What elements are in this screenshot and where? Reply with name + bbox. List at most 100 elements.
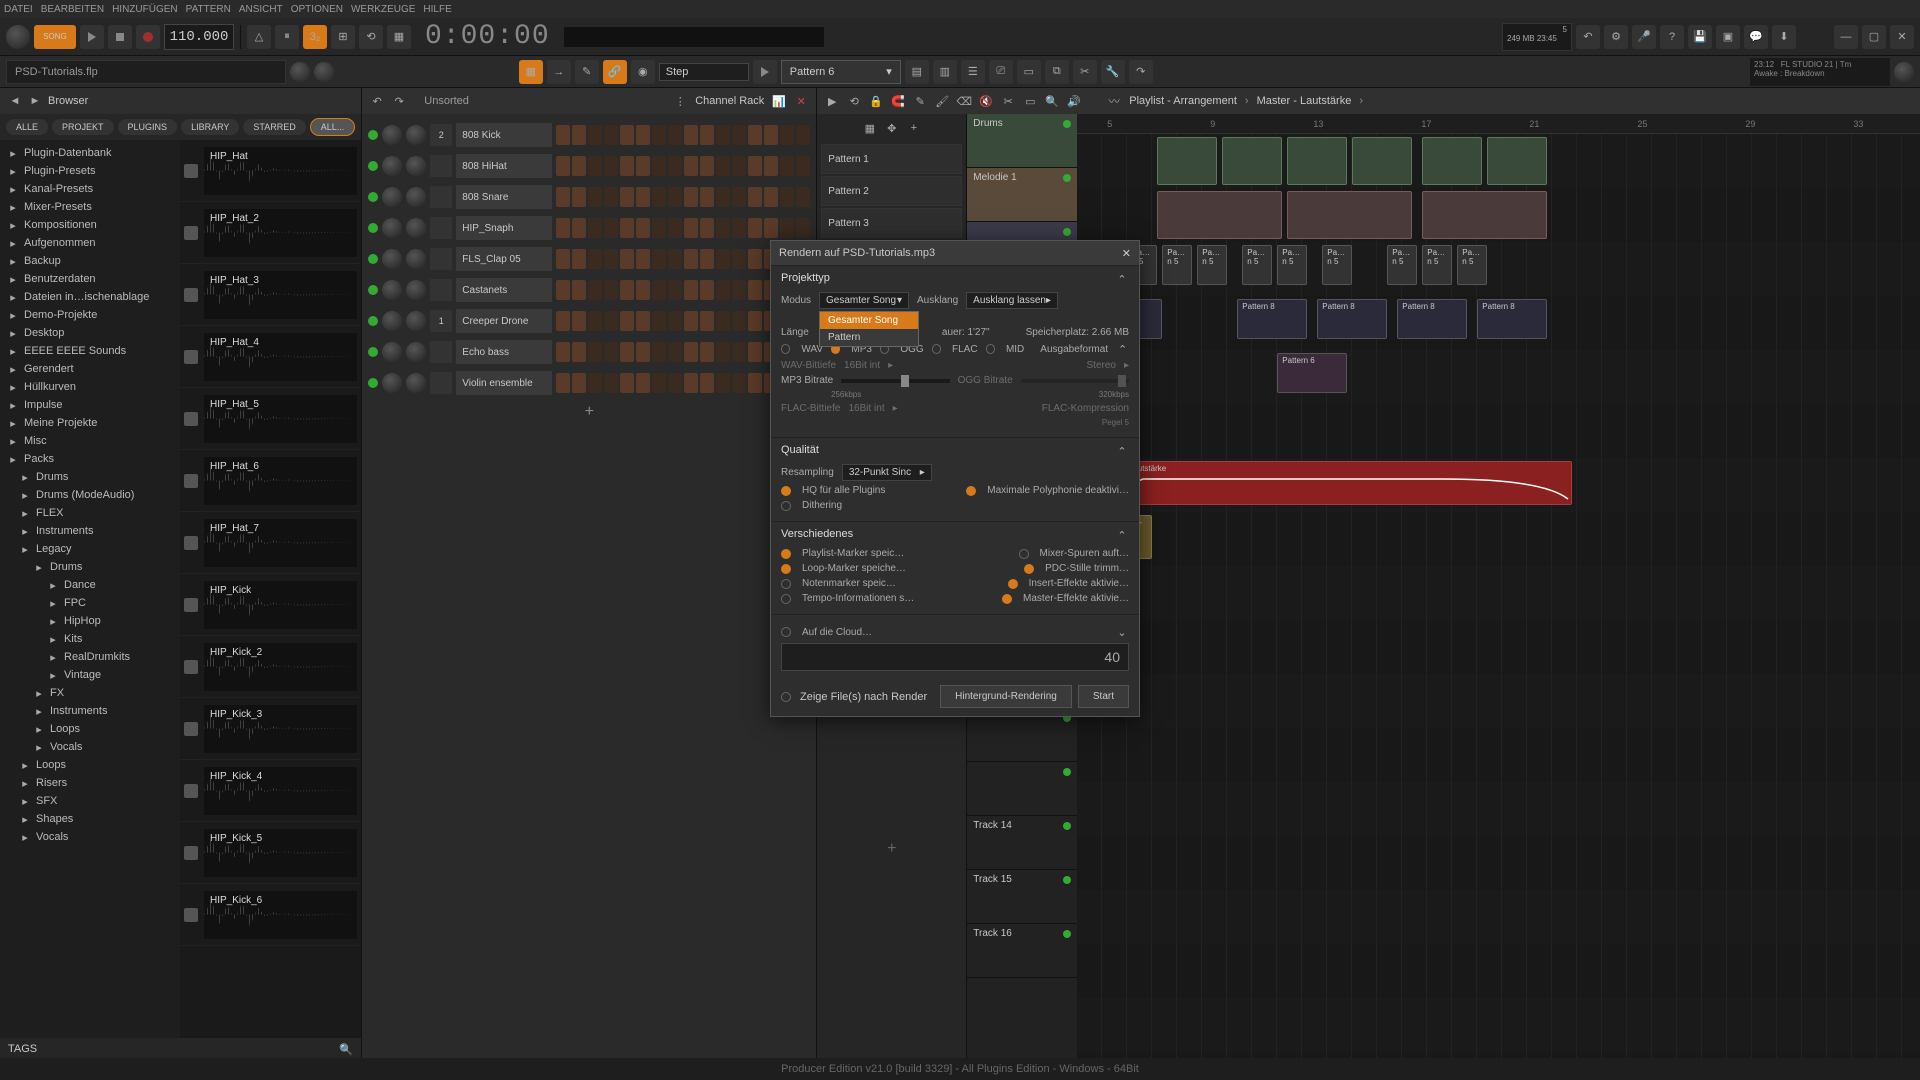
pan-knob[interactable] <box>382 156 402 176</box>
start-button[interactable]: Start <box>1078 685 1129 708</box>
chevron-up-icon[interactable]: ⌃ <box>1115 272 1129 286</box>
tree-item[interactable]: ▸RealDrumkits <box>0 648 180 666</box>
sample-item[interactable]: HIP_Kick_6 <box>180 884 361 946</box>
step-button[interactable] <box>700 125 714 145</box>
track-mute-dot[interactable] <box>1063 876 1071 884</box>
step-button[interactable] <box>572 156 586 176</box>
playlist-ruler[interactable]: 591317212529333741454953 <box>1077 114 1920 134</box>
step-button[interactable] <box>668 125 682 145</box>
channel-led[interactable] <box>368 192 378 202</box>
tempo-display[interactable]: 110.000 <box>164 24 234 50</box>
step-button[interactable] <box>652 311 666 331</box>
step-button[interactable] <box>780 218 794 238</box>
vol-knob[interactable] <box>406 187 426 207</box>
tree-item[interactable]: ▸Risers <box>0 774 180 792</box>
step-button[interactable] <box>684 373 698 393</box>
step-button[interactable] <box>652 342 666 362</box>
menu-file[interactable]: DATEI <box>4 4 33 15</box>
time-display[interactable]: 0:00:00 <box>425 21 550 52</box>
step-button[interactable] <box>764 156 778 176</box>
step-button[interactable] <box>684 218 698 238</box>
tree-item[interactable]: ▸Vocals <box>0 738 180 756</box>
step-button[interactable] <box>556 280 570 300</box>
step-button[interactable] <box>572 218 586 238</box>
step-button[interactable] <box>572 125 586 145</box>
step-button[interactable] <box>620 218 634 238</box>
step-button[interactable] <box>748 125 762 145</box>
step-button[interactable] <box>684 249 698 269</box>
pencil-icon[interactable]: ✎ <box>913 94 927 108</box>
step-button[interactable] <box>684 187 698 207</box>
sample-item[interactable]: HIP_Hat_6 <box>180 450 361 512</box>
channel-row[interactable]: FLS_Clap 05 <box>368 244 810 274</box>
ausklang-select[interactable]: Ausklang lassen▸ <box>966 292 1058 309</box>
track-mute-dot[interactable] <box>1063 228 1071 236</box>
tree-item[interactable]: ▸Drums (ModeAudio) <box>0 486 180 504</box>
browser-button[interactable]: ▭ <box>1017 60 1041 84</box>
step-button[interactable] <box>716 311 730 331</box>
step-button[interactable] <box>636 156 650 176</box>
tree-item[interactable]: ▸Desktop <box>0 324 180 342</box>
clip-pattern[interactable]: Pa…n 5 <box>1162 245 1192 285</box>
tab-starred[interactable]: STARRED <box>243 119 305 135</box>
pattern-item[interactable]: Pattern 2 <box>821 176 962 206</box>
tree-item[interactable]: ▸SFX <box>0 792 180 810</box>
step-button[interactable] <box>796 156 810 176</box>
step-button[interactable] <box>684 311 698 331</box>
step-button[interactable] <box>748 373 762 393</box>
step-button[interactable] <box>684 342 698 362</box>
step-button[interactable] <box>748 218 762 238</box>
undo-button[interactable]: ↶ <box>1576 25 1600 49</box>
channel-led[interactable] <box>368 130 378 140</box>
dropdown-item-pattern[interactable]: Pattern <box>820 329 918 346</box>
step-button[interactable] <box>716 249 730 269</box>
step-button[interactable] <box>604 342 618 362</box>
step-button[interactable] <box>620 280 634 300</box>
step-button[interactable] <box>668 311 682 331</box>
step-button[interactable] <box>572 311 586 331</box>
channel-row[interactable]: Castanets <box>368 275 810 305</box>
brush-icon[interactable]: 🖌 <box>935 94 949 108</box>
graph-icon[interactable]: 📊 <box>772 94 786 108</box>
master-label[interactable]: Master - Lautstärke <box>1257 95 1352 107</box>
menu-help[interactable]: HILFE <box>423 4 451 15</box>
mixer-button[interactable]: ⎚ <box>989 60 1013 84</box>
wav-radio[interactable] <box>781 344 790 354</box>
channel-row[interactable]: 808 HiHat <box>368 151 810 181</box>
sample-item[interactable]: HIP_Hat_3 <box>180 264 361 326</box>
playlist-body[interactable]: Pa…n 5 Pa…n 5 Pa…n 5 Pa…n 5 Pa…n 5 Pa…n … <box>1077 134 1920 1060</box>
vol-knob[interactable] <box>406 218 426 238</box>
step-button[interactable] <box>636 249 650 269</box>
tree-item[interactable]: ▸Vintage <box>0 666 180 684</box>
tree-item[interactable]: ▸Packs <box>0 450 180 468</box>
tree-item[interactable]: ▸Drums <box>0 468 180 486</box>
move-icon[interactable]: ✥ <box>885 121 899 135</box>
pan-knob[interactable] <box>382 342 402 362</box>
add-channel-button[interactable]: + <box>368 399 810 425</box>
tree-item[interactable]: ▸HipHop <box>0 612 180 630</box>
m2-radio[interactable] <box>1019 549 1029 559</box>
menu-tools[interactable]: WERKZEUGE <box>351 4 415 15</box>
step-button[interactable] <box>620 311 634 331</box>
channel-row[interactable]: Echo bass <box>368 337 810 367</box>
pan-knob[interactable] <box>382 218 402 238</box>
browser-samples[interactable]: HIP_HatHIP_Hat_2HIP_Hat_3HIP_Hat_4HIP_Ha… <box>180 140 361 1038</box>
step-button[interactable] <box>572 249 586 269</box>
step-button[interactable] <box>796 187 810 207</box>
fwd-icon[interactable]: ► <box>28 94 42 108</box>
step-button[interactable] <box>684 156 698 176</box>
magnet-icon[interactable]: 🧲 <box>891 94 905 108</box>
sample-item[interactable]: HIP_Hat_2 <box>180 202 361 264</box>
sample-item[interactable]: HIP_Kick_3 <box>180 698 361 760</box>
lock-icon[interactable]: 🔒 <box>869 94 883 108</box>
chevron-up-icon[interactable]: ⌃ <box>1115 528 1129 542</box>
menu-view[interactable]: ANSICHT <box>239 4 283 15</box>
m6-radio[interactable] <box>1008 579 1018 589</box>
hint-knob[interactable] <box>290 62 310 82</box>
step-button[interactable] <box>604 280 618 300</box>
fwd-icon[interactable]: ↷ <box>392 94 406 108</box>
step-button[interactable] <box>604 125 618 145</box>
clip-pattern[interactable]: Pa…n 5 <box>1242 245 1272 285</box>
channel-name[interactable]: Creeper Drone <box>456 309 552 333</box>
step-button[interactable] <box>556 373 570 393</box>
